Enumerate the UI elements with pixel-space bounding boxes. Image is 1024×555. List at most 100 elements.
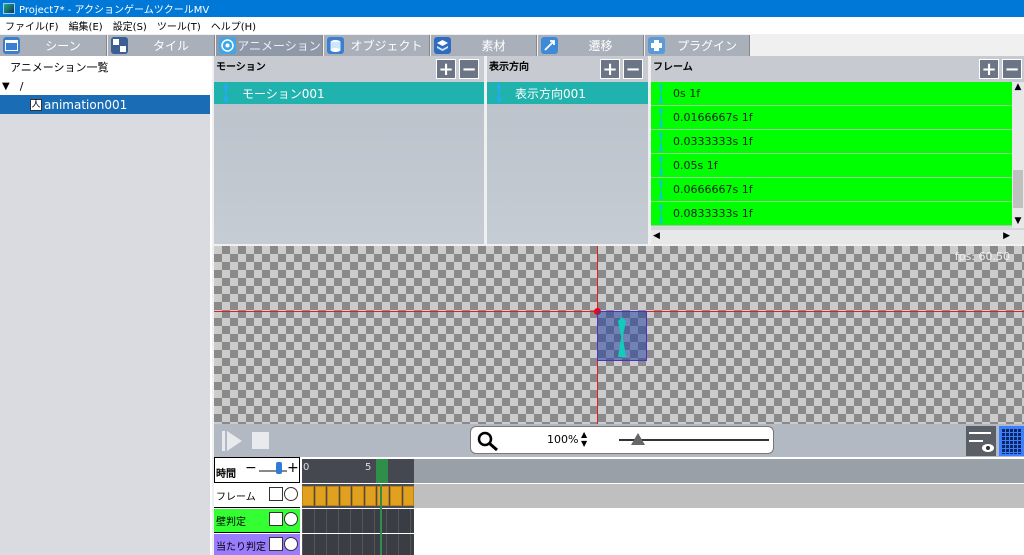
frame-cell[interactable]	[314, 486, 327, 506]
collapse-arrow-icon[interactable]: ▼	[2, 81, 10, 92]
frame-cell[interactable]	[352, 486, 364, 506]
preview-canvas[interactable]: fps: 60.50	[214, 246, 1024, 424]
frame-cell[interactable]	[389, 486, 402, 506]
scroll-up-icon[interactable]: ▲	[1012, 82, 1024, 94]
lock-icon[interactable]	[269, 487, 283, 501]
eye-icon[interactable]	[284, 537, 298, 551]
time-scale-control: 時間 − +	[214, 457, 300, 483]
frame-row[interactable]: 0s 1f	[651, 82, 1012, 106]
sprite-image	[618, 317, 626, 357]
lock-icon[interactable]	[269, 512, 283, 526]
menu-edit[interactable]: 編集(E)	[64, 18, 108, 33]
wall-track-cells[interactable]	[302, 509, 414, 533]
motion-panel: モーション + − モーション001	[214, 56, 484, 244]
play-icon[interactable]	[222, 431, 242, 451]
tree-root-folder[interactable]: ▼ /	[0, 78, 210, 95]
tab-scene[interactable]: シーン	[0, 35, 107, 56]
eye-icon[interactable]	[284, 512, 298, 526]
remove-direction-button[interactable]: −	[623, 59, 643, 80]
material-icon	[434, 37, 451, 54]
eye-icon[interactable]	[284, 487, 298, 501]
visibility-toggle-icon	[969, 432, 994, 452]
track-label-wall-collision[interactable]: 壁判定	[214, 509, 300, 533]
scroll-thumb[interactable]	[1013, 170, 1023, 208]
zoom-stepper[interactable]: ▲ ▼	[581, 430, 587, 448]
tree-item-animation001[interactable]: 人 animation001	[0, 95, 210, 114]
add-direction-button[interactable]: +	[600, 59, 620, 80]
zoom-slider-thumb[interactable]	[631, 433, 645, 445]
track-label-frame[interactable]: フレーム	[214, 484, 300, 508]
fps-readout: fps: 60.50	[954, 250, 1010, 263]
view-toggle-button[interactable]	[966, 426, 996, 456]
tab-bar: シーン タイル アニメーション オブジェクト 素材 遷移 プラグイン	[0, 34, 1024, 56]
frame-cell[interactable]	[302, 486, 314, 506]
time-scale-slider[interactable]	[259, 470, 287, 472]
animation-list-header: アニメーション一覧	[0, 56, 210, 78]
motion-row[interactable]: モーション001	[214, 82, 484, 104]
tab-material[interactable]: 素材	[431, 35, 537, 56]
remove-frame-button[interactable]: −	[1002, 59, 1022, 80]
title-bar: Project7* - アクションゲームツクールMV	[0, 0, 1024, 17]
stop-icon[interactable]	[252, 432, 269, 449]
menu-bar: ファイル(F) 編集(E) 設定(S) ツール(T) ヘルプ(H)	[0, 17, 1024, 34]
frame-header: フレーム + −	[651, 56, 1024, 82]
time-zoom-out-icon[interactable]: −	[245, 460, 257, 476]
frame-cell[interactable]	[327, 486, 339, 506]
track-label-hit-collision[interactable]: 当たり判定	[214, 534, 300, 555]
zoom-value: 100%	[547, 433, 579, 446]
lock-icon[interactable]	[269, 537, 283, 551]
frame-track-cells[interactable]	[302, 484, 415, 508]
app-icon	[3, 3, 15, 14]
menu-help[interactable]: ヘルプ(H)	[206, 18, 261, 33]
menu-tools[interactable]: ツール(T)	[152, 18, 206, 33]
plugin-icon	[648, 37, 665, 54]
ruler-tick-label: 5	[365, 462, 372, 473]
motion-header: モーション + −	[214, 56, 484, 82]
scene-icon	[3, 37, 20, 54]
transition-icon	[541, 37, 558, 54]
hit-track-cells[interactable]	[302, 534, 414, 555]
time-ruler[interactable]: 0 5	[302, 459, 414, 483]
direction-icon	[497, 84, 501, 102]
direction-row[interactable]: 表示方向001	[487, 82, 648, 104]
timeline-ruler-empty	[414, 459, 1024, 483]
frame-panel: フレーム + − 0s 1f 0.0166667s 1f 0.0333333s …	[651, 56, 1024, 244]
menu-file[interactable]: ファイル(F)	[0, 18, 64, 33]
frame-cell[interactable]	[364, 486, 377, 506]
time-scale-thumb[interactable]	[276, 462, 282, 474]
grid-toggle-button[interactable]	[999, 426, 1024, 456]
frame-cell[interactable]	[402, 486, 415, 506]
add-frame-button[interactable]: +	[979, 59, 999, 80]
scroll-down-icon[interactable]: ▼	[1012, 216, 1024, 228]
frame-row[interactable]: 0.0333333s 1f	[651, 130, 1012, 154]
frame-vertical-scrollbar[interactable]: ▲ ▼	[1012, 82, 1024, 228]
magnifier-icon[interactable]	[477, 431, 499, 451]
playhead-marker[interactable]	[376, 459, 388, 483]
menu-settings[interactable]: 設定(S)	[108, 18, 152, 33]
tab-plugin[interactable]: プラグイン	[645, 35, 750, 56]
tab-object[interactable]: オブジェクト	[324, 35, 430, 56]
tab-tile[interactable]: タイル	[108, 35, 215, 56]
animation-icon	[219, 37, 236, 54]
remove-motion-button[interactable]: −	[459, 59, 479, 80]
frame-horizontal-scrollbar[interactable]: ◀ ▶	[651, 230, 1024, 244]
frame-cell[interactable]	[339, 486, 352, 506]
frame-icon	[659, 203, 663, 224]
frame-row[interactable]: 0.0666667s 1f	[651, 178, 1012, 202]
scroll-left-icon[interactable]: ◀	[653, 231, 660, 241]
zoom-control: 100% ▲ ▼	[470, 426, 774, 454]
timeline-panel: 時間 − + 0 5 フレーム 壁判定 当たり判定	[214, 457, 1024, 555]
frame-row[interactable]: 0.05s 1f	[651, 154, 1012, 178]
scroll-right-icon[interactable]: ▶	[1003, 231, 1010, 241]
frame-icon	[659, 131, 663, 152]
sprite-bounding-box[interactable]	[597, 311, 647, 361]
frame-row[interactable]: 0.0833333s 1f	[651, 202, 1012, 226]
time-zoom-in-icon[interactable]: +	[287, 460, 299, 476]
add-motion-button[interactable]: +	[436, 59, 456, 80]
tab-animation[interactable]: アニメーション	[216, 35, 323, 56]
playhead-line	[380, 484, 382, 555]
frame-row[interactable]: 0.0166667s 1f	[651, 106, 1012, 130]
window-title: Project7* - アクションゲームツクールMV	[19, 5, 210, 16]
frame-track-empty	[414, 484, 1024, 508]
tab-transition[interactable]: 遷移	[538, 35, 644, 56]
